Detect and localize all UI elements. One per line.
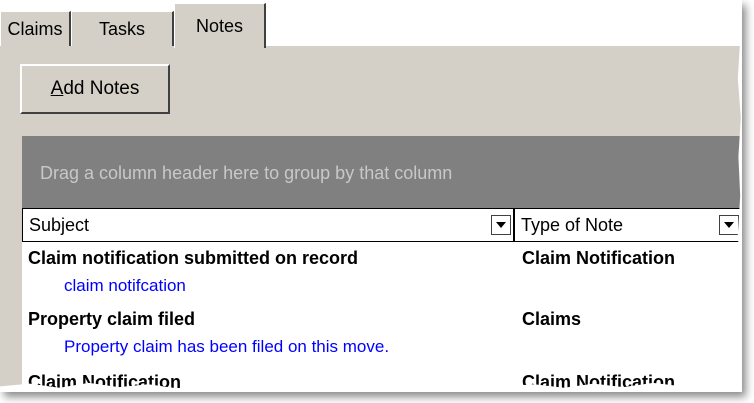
add-notes-button[interactable]: Add Notes [20,64,170,114]
row-type: Claim Notification [522,248,676,268]
type-filter-dropdown[interactable] [719,215,739,235]
add-notes-label: Add Notes [50,78,140,99]
tab-divider [266,45,742,46]
tab-tasks-label: Tasks [98,18,145,39]
table-row[interactable]: Claim notification submitted on record C… [22,242,742,274]
tab-strip: Claims Tasks Notes [0,0,742,48]
notes-window: Claims Tasks Notes Add Notes Drag a colu… [0,0,742,392]
column-header-subject-label: Subject [29,214,90,235]
row-subject: Claim notification submitted on record [28,248,359,268]
grid-header-row: Subject Type of Note [22,208,742,242]
column-header-type-label: Type of Note [521,214,624,235]
column-header-type-of-note[interactable]: Type of Note [514,208,742,242]
row-subject: Property claim filed [28,309,196,329]
notes-grid-body: Claim notification submitted on record C… [22,242,742,392]
column-header-subject[interactable]: Subject [22,208,514,242]
notes-panel: Add Notes Drag a column header here to g… [0,46,742,392]
tab-tasks[interactable]: Tasks [71,11,174,46]
group-by-hint: Drag a column header here to group by th… [40,163,453,183]
tab-claims-label: Claims [7,18,63,39]
group-by-panel[interactable]: Drag a column header here to group by th… [22,136,742,208]
tab-notes[interactable]: Notes [174,3,266,48]
row-type: Claims [522,309,582,329]
chevron-down-icon [496,222,506,228]
table-row[interactable]: Property claim filed Claims [22,303,742,335]
chevron-down-icon [724,222,734,228]
subject-filter-dropdown[interactable] [491,215,511,235]
row-detail: claim notifcation [64,276,186,295]
row-detail: Property claim has been filed on this mo… [64,337,390,356]
tab-claims[interactable]: Claims [0,11,71,46]
tab-notes-label: Notes [195,15,244,36]
